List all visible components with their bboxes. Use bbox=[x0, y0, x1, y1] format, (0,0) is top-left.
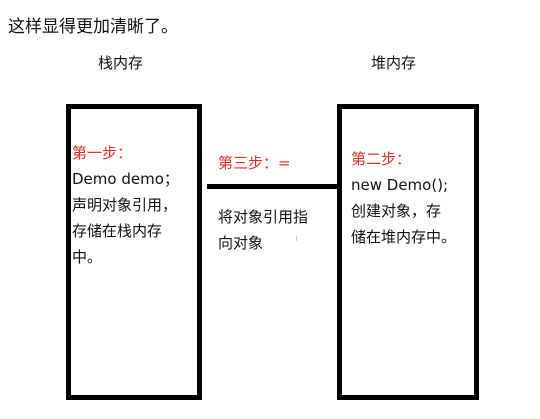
decorative-tick bbox=[296, 236, 297, 241]
stack-line-2: 声明对象引用， bbox=[72, 196, 178, 214]
reference-connector-line bbox=[207, 184, 337, 189]
heap-line-1: new Demo(); bbox=[351, 176, 449, 194]
connector-line-1: 将对象引用指 bbox=[218, 208, 309, 226]
connector-line-2: 向对象 bbox=[218, 234, 264, 252]
connector-step-label: 第三步：= bbox=[218, 154, 291, 172]
stack-step-label: 第一步： bbox=[72, 144, 133, 162]
stack-line-4: 中。 bbox=[72, 248, 103, 266]
intro-text: 这样显得更加清晰了。 bbox=[8, 17, 178, 37]
heap-box-text: 第二步： new Demo(); 创建对象，存 储在堆内存中。 bbox=[351, 146, 456, 250]
stack-line-3: 存储在栈内存 bbox=[72, 222, 163, 240]
connector-text: 将对象引用指 向对象 bbox=[218, 204, 308, 256]
heap-title: 堆内存 bbox=[371, 54, 417, 72]
stack-title: 栈内存 bbox=[98, 54, 144, 72]
stack-line-1: Demo demo； bbox=[72, 170, 179, 188]
stack-box-text: 第一步： Demo demo； 声明对象引用， 存储在栈内存 中。 bbox=[72, 140, 179, 270]
heap-line-2: 创建对象，存 bbox=[351, 202, 442, 220]
heap-step-label: 第二步： bbox=[351, 150, 412, 168]
heap-line-3: 储在堆内存中。 bbox=[351, 228, 457, 246]
